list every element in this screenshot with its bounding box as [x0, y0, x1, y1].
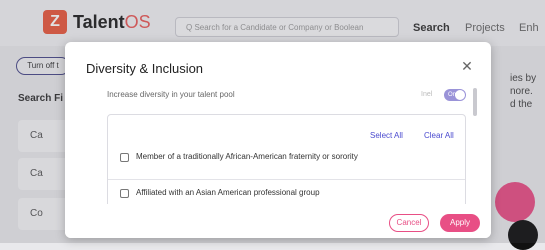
apply-button[interactable]: Apply	[440, 214, 480, 232]
modal-scrollbar[interactable]	[473, 88, 477, 116]
modal-title: Diversity & Inclusion	[86, 61, 204, 76]
option-label: Affiliated with an Asian American profes…	[136, 188, 320, 197]
diversity-toggle[interactable]: Inel On	[421, 89, 467, 101]
option-checkbox[interactable]	[120, 189, 129, 198]
toggle-knob	[455, 90, 465, 100]
option-checkbox[interactable]	[120, 153, 129, 162]
toggle-off-label: Inel	[421, 91, 433, 98]
diversity-inclusion-modal: Diversity & Inclusion ✕ Increase diversi…	[65, 42, 491, 238]
modal-footer: Cancel Apply	[65, 204, 491, 238]
close-icon[interactable]: ✕	[459, 58, 475, 74]
select-all-link[interactable]: Select All	[370, 131, 403, 140]
divider	[108, 179, 465, 180]
option-item[interactable]: Member of a traditionally African-Americ…	[120, 151, 450, 165]
option-label: Member of a traditionally African-Americ…	[136, 152, 358, 161]
clear-all-link[interactable]: Clear All	[424, 131, 454, 140]
option-item[interactable]: Affiliated with an Asian American profes…	[120, 187, 450, 201]
cancel-button[interactable]: Cancel	[389, 214, 429, 232]
modal-subtitle: Increase diversity in your talent pool	[107, 90, 235, 99]
toggle-switch[interactable]: On	[444, 89, 466, 101]
